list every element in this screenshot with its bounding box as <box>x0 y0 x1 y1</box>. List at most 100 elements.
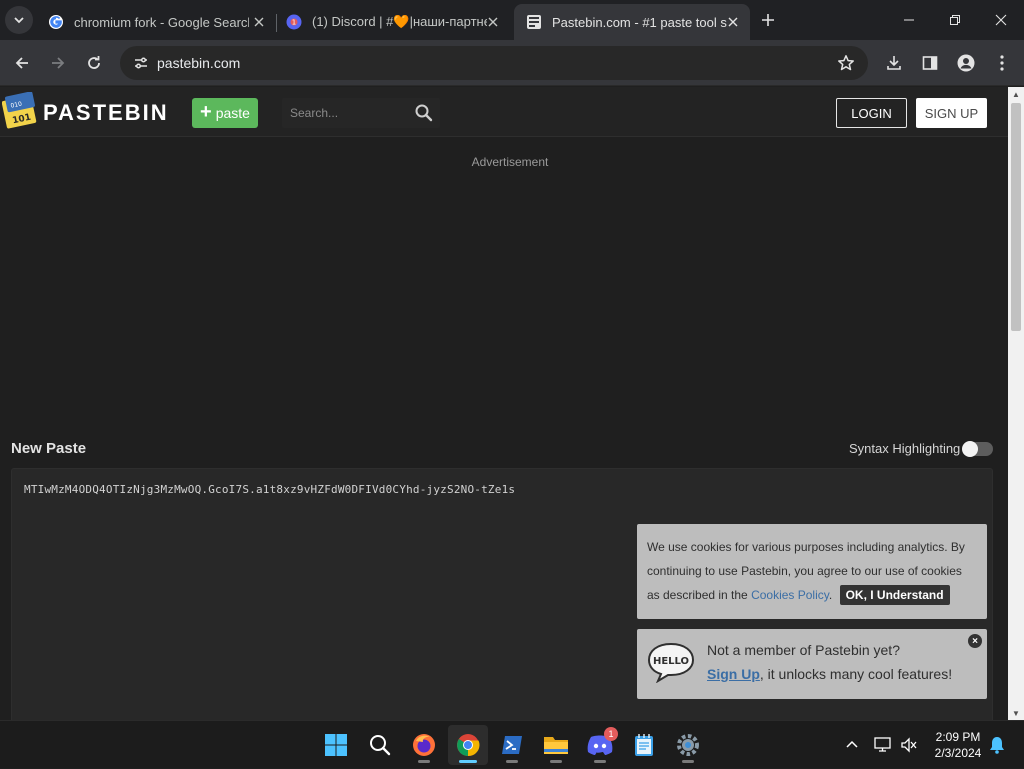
pastebin-brand[interactable]: PASTEBIN <box>43 100 169 126</box>
svg-text:HELLO: HELLO <box>653 656 689 667</box>
file-explorer-icon <box>544 737 568 754</box>
chevron-down-icon <box>14 17 24 24</box>
address-bar[interactable]: pastebin.com <box>120 46 868 80</box>
new-tab-button[interactable] <box>756 8 780 32</box>
browser-tab-bar: chromium fork - Google Search 1 (1) Disc… <box>0 0 1024 40</box>
taskbar-notepad[interactable] <box>624 725 664 765</box>
reload-button[interactable] <box>80 49 108 77</box>
tab-title: chromium fork - Google Search <box>74 14 249 30</box>
running-indicator <box>506 760 518 763</box>
new-paste-button[interactable]: + paste <box>192 98 258 128</box>
toggle-knob <box>962 441 978 457</box>
taskbar-file-explorer[interactable] <box>536 725 576 765</box>
site-info-icon[interactable] <box>130 52 152 74</box>
taskbar-settings[interactable] <box>668 725 708 765</box>
search-icon[interactable] <box>414 103 434 123</box>
cookie-text-end: . <box>828 588 833 602</box>
restore-icon <box>950 15 960 25</box>
profile-icon <box>957 54 975 72</box>
start-button[interactable] <box>316 725 356 765</box>
pastebin-icon <box>526 14 542 30</box>
browser-toolbar: pastebin.com <box>0 40 1024 86</box>
tab-discord[interactable]: 1 (1) Discord | #🧡|наши-партне <box>274 4 510 40</box>
clock-time: 2:09 PM <box>935 730 981 744</box>
notifications-button[interactable] <box>986 721 1008 769</box>
advertisement-label: Advertisement <box>471 155 549 169</box>
discord-icon: 1 <box>286 14 302 30</box>
url-text[interactable]: pastebin.com <box>157 55 240 71</box>
running-indicator <box>682 760 694 763</box>
minimize-button[interactable] <box>886 0 932 40</box>
back-button[interactable] <box>8 49 36 77</box>
tray-overflow-button[interactable] <box>840 721 864 769</box>
tab-search-button[interactable] <box>5 6 33 34</box>
google-icon <box>48 14 64 30</box>
close-icon[interactable] <box>250 13 268 31</box>
taskbar-firefox[interactable] <box>404 725 444 765</box>
promo-signup-link[interactable]: Sign Up <box>707 666 760 682</box>
volume-tray-button[interactable] <box>898 721 920 769</box>
promo-subtitle: Sign Up, it unlocks many cool features! <box>707 666 952 682</box>
volume-muted-icon <box>901 737 917 753</box>
forward-button[interactable] <box>44 49 72 77</box>
signup-button[interactable]: SIGN UP <box>916 98 987 128</box>
tab-pastebin[interactable]: Pastebin.com - #1 paste tool sin <box>514 4 750 40</box>
syntax-highlighting-toggle[interactable] <box>962 441 993 457</box>
promo-text: , it unlocks many cool features! <box>759 666 953 682</box>
close-icon[interactable] <box>484 13 502 31</box>
search-input[interactable] <box>282 98 412 128</box>
paste-label: paste <box>215 105 250 121</box>
arrow-right-icon <box>52 57 65 69</box>
terminal-icon <box>502 736 522 754</box>
tab-title: Pastebin.com - #1 paste tool sin <box>552 14 727 30</box>
running-indicator <box>550 760 562 763</box>
taskbar-discord[interactable]: 1 <box>580 725 620 765</box>
taskbar-clock[interactable]: 2:09 PM 2/3/2024 <box>924 729 992 761</box>
chrome-icon <box>457 734 480 757</box>
display-tray-button[interactable] <box>872 721 894 769</box>
close-window-button[interactable] <box>978 0 1024 40</box>
side-panel-button[interactable] <box>916 49 944 77</box>
profile-button[interactable] <box>952 49 980 77</box>
windows-taskbar: 1 2:09 PM 2/3/2024 <box>0 720 1024 768</box>
bell-icon <box>990 737 1004 754</box>
taskbar-terminal[interactable] <box>492 725 532 765</box>
signup-promo: HELLO Not a member of Pastebin yet? Sign… <box>637 629 987 699</box>
scroll-thumb[interactable] <box>1011 103 1021 331</box>
search-box <box>282 98 440 128</box>
restore-button[interactable] <box>932 0 978 40</box>
page-scrollbar[interactable]: ▲ ▼ <box>1008 87 1024 720</box>
login-button[interactable]: LOGIN <box>836 98 907 128</box>
bookmark-star-icon[interactable] <box>836 53 856 73</box>
page-viewport: 101 010 PASTEBIN + paste LOGIN SIGN UP A… <box>0 87 1008 720</box>
download-icon <box>887 56 901 70</box>
monitor-icon <box>874 737 891 752</box>
downloads-button[interactable] <box>880 49 908 77</box>
page-title: New Paste <box>11 440 87 457</box>
cookie-accept-button[interactable]: OK, I Understand <box>839 585 950 605</box>
tab-title: (1) Discord | #🧡|наши-партне <box>312 14 487 29</box>
paste-content[interactable]: MTIwMzM4ODQ4OTIzNjg3MzMwOQ.GcoI7S.a1t8xz… <box>24 483 515 496</box>
menu-button[interactable] <box>988 49 1016 77</box>
scroll-down-icon[interactable]: ▼ <box>1008 706 1024 720</box>
hello-speech-bubble-icon: HELLO <box>647 642 695 683</box>
scroll-up-icon[interactable]: ▲ <box>1008 87 1024 101</box>
more-vertical-icon <box>1000 55 1004 71</box>
pastebin-header: 101 010 PASTEBIN + paste LOGIN SIGN UP <box>0 87 1008 137</box>
promo-close-icon[interactable]: × <box>968 634 982 648</box>
taskbar-chrome[interactable] <box>448 725 488 765</box>
search-icon <box>370 735 391 756</box>
cookies-policy-link[interactable]: Cookies Policy <box>751 588 829 602</box>
close-icon[interactable] <box>724 13 742 31</box>
pastebin-logo-icon[interactable]: 101 010 <box>2 92 38 130</box>
running-indicator <box>459 760 477 763</box>
promo-title: Not a member of Pastebin yet? <box>707 642 900 658</box>
chevron-up-icon <box>846 740 858 748</box>
running-indicator <box>594 760 606 763</box>
tab-google-search[interactable]: chromium fork - Google Search <box>36 4 276 40</box>
close-icon <box>995 14 1007 26</box>
windows-start-icon <box>325 734 347 756</box>
notepad-icon <box>635 734 653 756</box>
firefox-icon <box>413 734 435 756</box>
taskbar-search-button[interactable] <box>360 725 400 765</box>
